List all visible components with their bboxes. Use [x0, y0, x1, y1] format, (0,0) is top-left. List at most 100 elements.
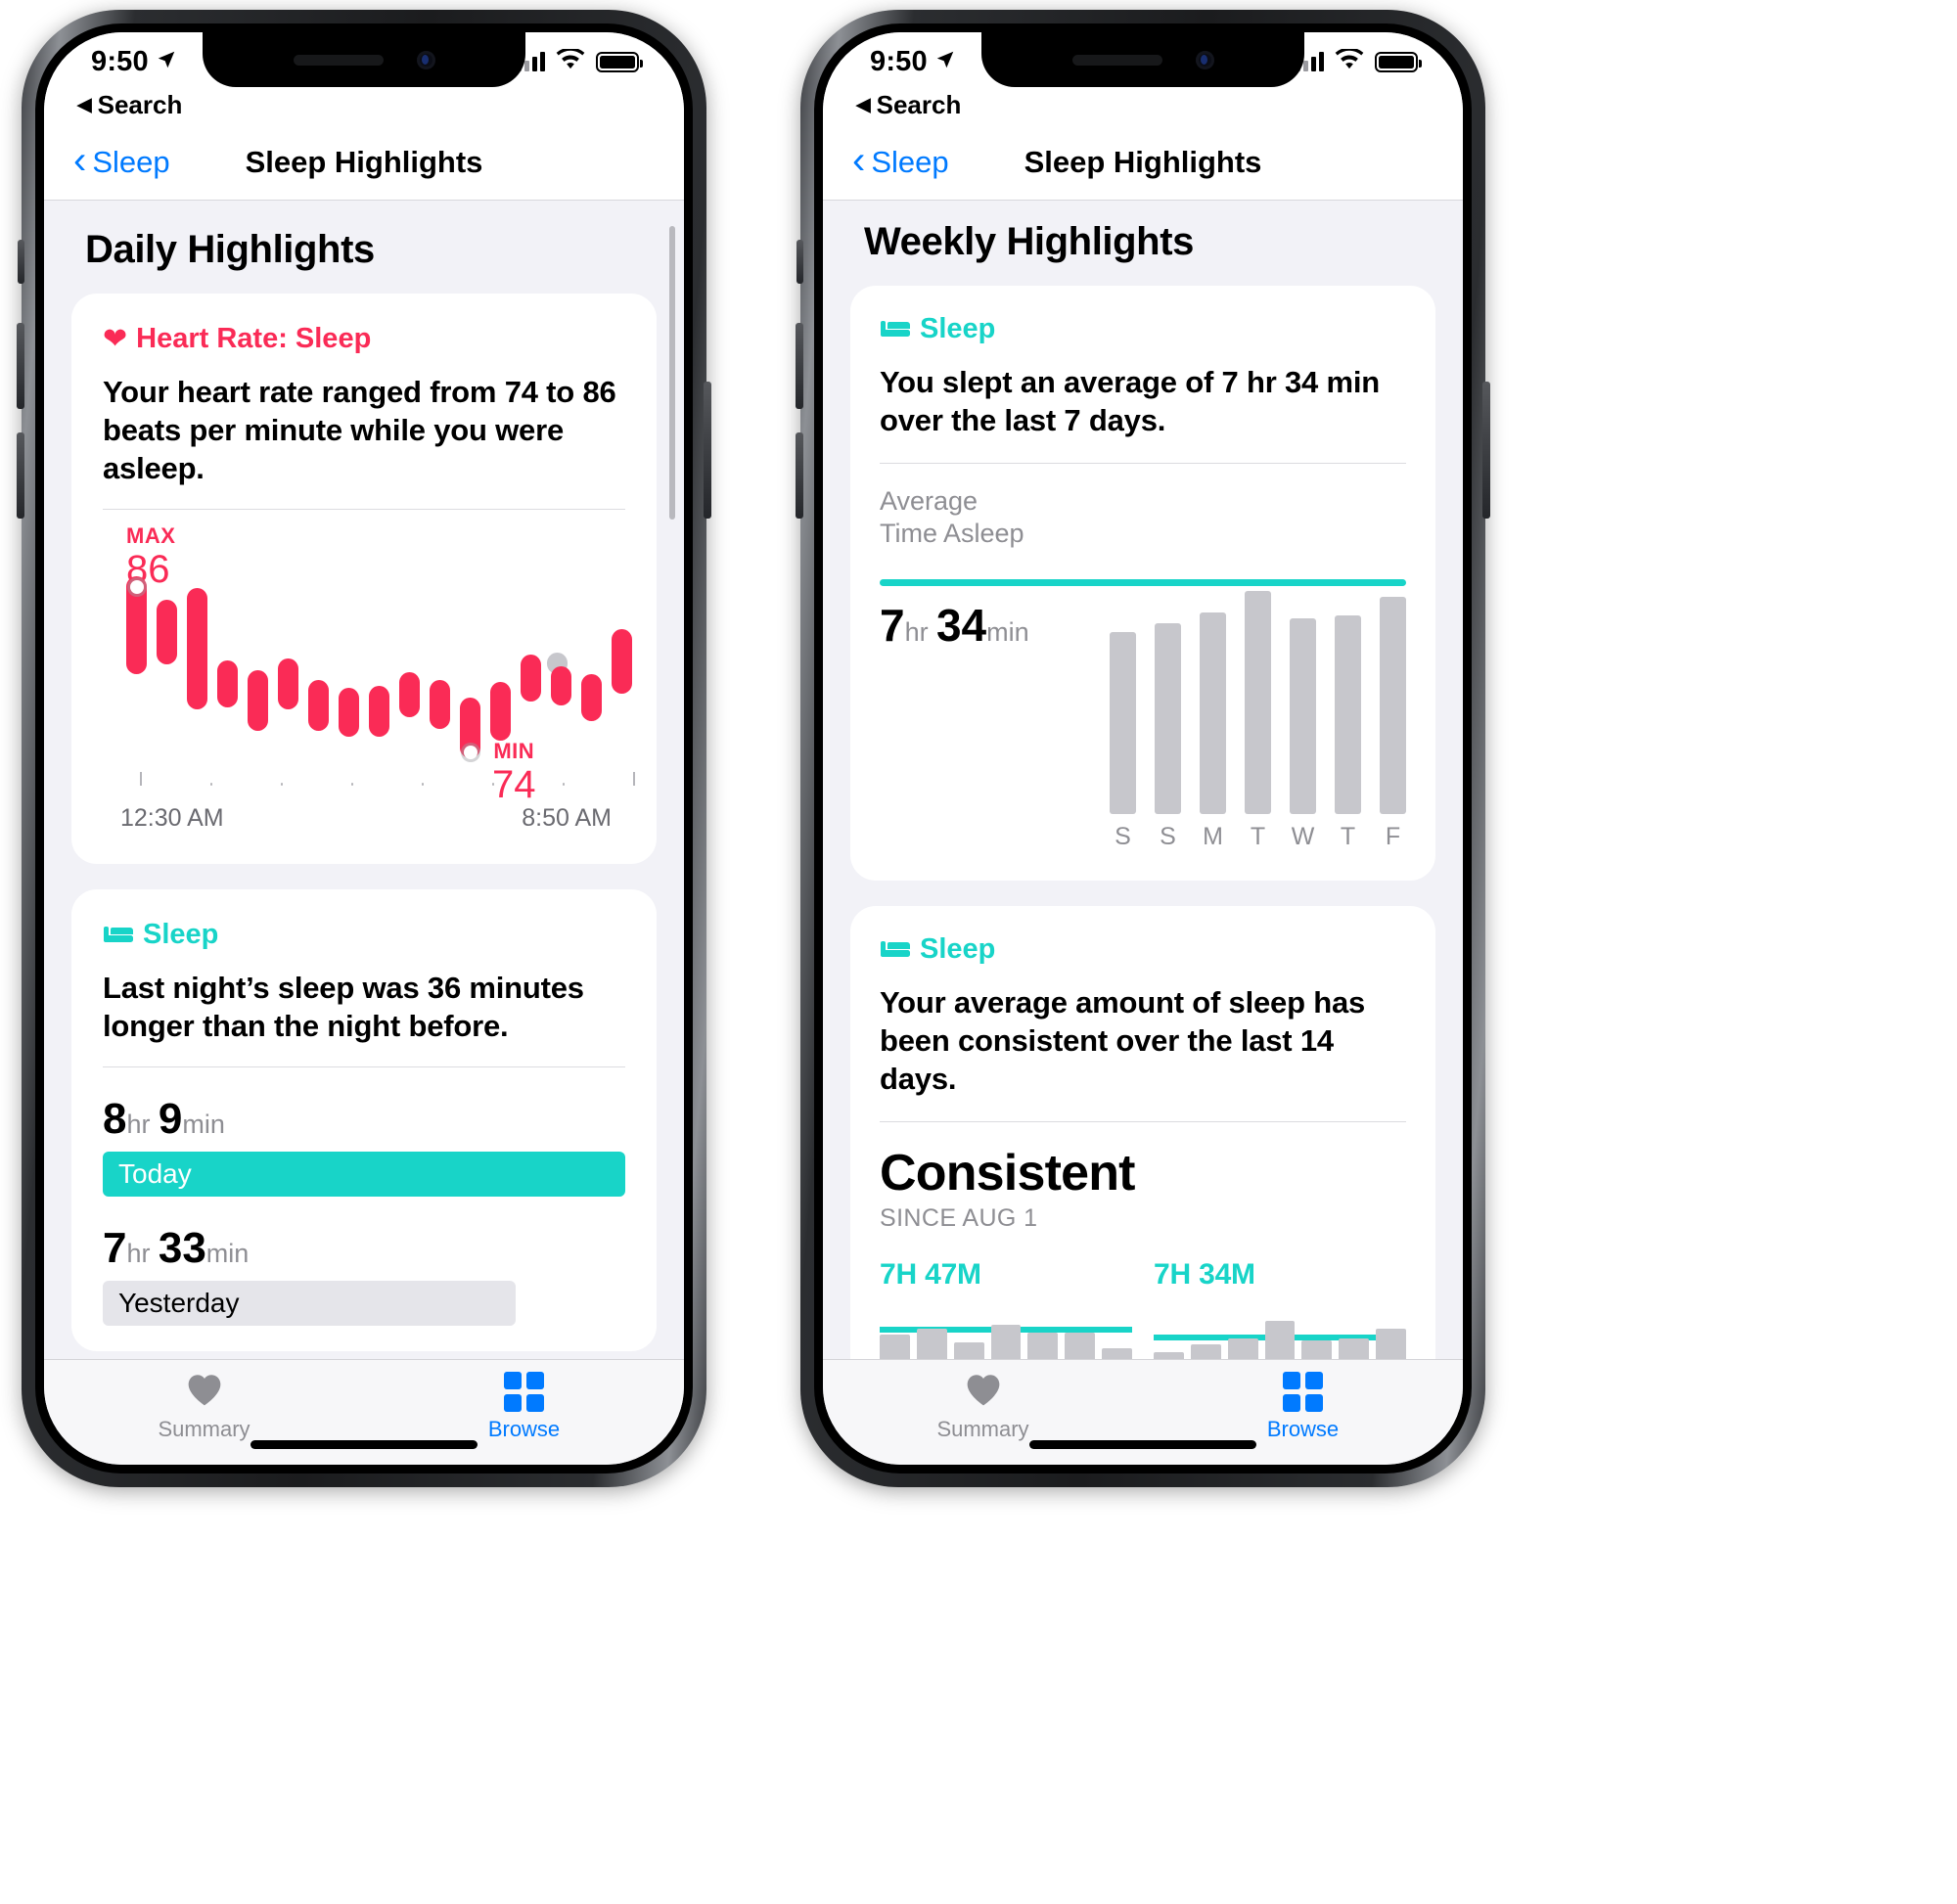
- front-camera-icon: [416, 50, 435, 69]
- mute-switch[interactable]: [18, 240, 24, 284]
- range-bar: [612, 629, 632, 695]
- grid-icon: [1283, 1371, 1323, 1412]
- heart-rate-range-chart: MAX 86 MIN 74 12:30 AM 8:50 AM: [103, 516, 635, 839]
- notch-left: [203, 32, 525, 87]
- max-key: MAX: [126, 523, 176, 549]
- weekly-bar: [1380, 596, 1406, 814]
- back-to-search-link[interactable]: ◀ Search: [823, 85, 1463, 124]
- grid-icon: [504, 1371, 544, 1412]
- scroll-pane-left[interactable]: Daily Highlights ❤ Heart Rate: Sleep You…: [44, 201, 684, 1359]
- volume-down-button[interactable]: [17, 432, 24, 519]
- day-bar: [953, 1342, 984, 1359]
- earpiece-speaker: [293, 54, 384, 66]
- range-bar: [551, 666, 571, 706]
- screenshot-stage: 9:50 ◀ Search ‹ Sleep Sleep Highlights D…: [0, 0, 1957, 1904]
- screen-right: 9:50 ◀ Search ‹ Sleep Sleep Highlights W…: [823, 32, 1463, 1465]
- day-label: S: [1115, 822, 1131, 850]
- card-divider: [880, 463, 1406, 465]
- week-2-chart: Aug 8–14: [1154, 1305, 1407, 1359]
- range-bar: [217, 660, 238, 708]
- battery-icon: [1375, 51, 1422, 72]
- day-bar: [1264, 1321, 1296, 1359]
- status-indicators-right: [1296, 47, 1422, 75]
- home-indicator[interactable]: [1029, 1440, 1256, 1449]
- sleep-category: Sleep: [103, 919, 625, 951]
- heart-icon: ❤: [103, 322, 128, 355]
- min-endpoint-marker: [464, 746, 478, 760]
- heart-rate-category-label: Heart Rate: Sleep: [136, 323, 372, 354]
- axis-tick: [140, 772, 142, 787]
- scroll-pane-right[interactable]: Weekly Highlights Sleep You slept an ave…: [823, 201, 1463, 1359]
- status-time: 9:50: [91, 45, 149, 77]
- weekly-bars: [1110, 590, 1406, 814]
- power-button[interactable]: [1482, 382, 1490, 519]
- yesterday-min-unit: min: [205, 1239, 250, 1269]
- consistency-headline: Your average amount of sleep has been co…: [880, 984, 1366, 1097]
- vertical-scrollbar[interactable]: [669, 226, 675, 520]
- axis-tick: [563, 783, 565, 787]
- battery-icon: [596, 51, 643, 72]
- sleep-comparison-card[interactable]: Sleep Last night’s sleep was 36 minutes …: [71, 889, 657, 1352]
- range-bar: [278, 658, 298, 710]
- card-divider: [103, 1066, 625, 1068]
- week-1-bars: [880, 1325, 1133, 1359]
- average-sleep-card[interactable]: Sleep You slept an average of 7 hr 34 mi…: [850, 286, 1435, 881]
- range-bar: [187, 588, 207, 710]
- average-value: 7hr 34min: [880, 599, 1029, 652]
- heart-rate-card[interactable]: ❤ Heart Rate: Sleep Your heart rate rang…: [71, 294, 657, 865]
- weekly-bar: [1290, 617, 1316, 814]
- range-bar: [399, 672, 420, 718]
- volume-up-button[interactable]: [796, 323, 803, 409]
- candlestick-plot: [126, 576, 632, 772]
- home-indicator[interactable]: [250, 1440, 478, 1449]
- range-bar: [339, 688, 359, 738]
- chevron-left-icon: ‹: [73, 138, 87, 182]
- heart-rate-headline: Your heart rate ranged from 74 to 86 bea…: [103, 375, 616, 486]
- sleep-category-label: Sleep: [920, 932, 996, 965]
- back-to-search-link[interactable]: ◀ Search: [44, 85, 684, 124]
- volume-down-button[interactable]: [796, 432, 803, 519]
- day-bar: [916, 1329, 947, 1359]
- power-button[interactable]: [704, 382, 711, 519]
- nav-back-button[interactable]: ‹ Sleep: [852, 141, 949, 180]
- today-hours: 8: [103, 1095, 127, 1144]
- mute-switch[interactable]: [796, 240, 803, 284]
- phone-bezel-right: 9:50 ◀ Search ‹ Sleep Sleep Highlights W…: [814, 23, 1472, 1473]
- average-caption: Average Time Asleep: [880, 485, 1406, 550]
- weekly-time-asleep-chart: 7hr 34min S S M T W T F: [880, 564, 1406, 857]
- range-bar: [521, 655, 541, 703]
- tab-browse-label: Browse: [487, 1416, 561, 1441]
- day-bar: [1376, 1329, 1407, 1359]
- card-divider: [103, 509, 625, 511]
- day-label: M: [1203, 822, 1223, 850]
- back-to-search-label: Search: [876, 89, 962, 119]
- day-bar: [1102, 1348, 1133, 1359]
- avg-min-unit: min: [986, 616, 1029, 647]
- day-label: T: [1340, 822, 1356, 850]
- avg-hr-unit: hr: [904, 616, 929, 647]
- consistency-since: SINCE AUG 1: [880, 1204, 1038, 1233]
- back-to-search-label: Search: [97, 89, 183, 119]
- bed-icon: [880, 315, 911, 343]
- average-sleep-headline: You slept an average of 7 hr 34 min over…: [880, 365, 1380, 438]
- status-time-group: 9:50: [870, 46, 956, 78]
- heart-icon: [964, 1372, 1003, 1412]
- volume-up-button[interactable]: [17, 323, 24, 409]
- week-2-average: 7H 34M: [1154, 1258, 1255, 1292]
- tab-summary-label: Summary: [936, 1416, 1029, 1441]
- sleep-duration-today: 8hr 9min: [103, 1095, 625, 1144]
- sleep-duration-yesterday: 7hr 33min: [103, 1224, 625, 1273]
- week-1-chart: Aug 1–7: [880, 1305, 1133, 1359]
- nav-back-label: Sleep: [92, 144, 170, 179]
- day-label: T: [1250, 822, 1266, 850]
- wifi-icon: [556, 47, 585, 75]
- day-label: S: [1160, 822, 1176, 850]
- phone-right: 9:50 ◀ Search ‹ Sleep Sleep Highlights W…: [796, 10, 1490, 1487]
- nav-back-button[interactable]: ‹ Sleep: [73, 141, 170, 180]
- yesterday-hr-unit: hr: [126, 1239, 151, 1269]
- day-bar: [1154, 1352, 1184, 1359]
- consistency-card[interactable]: Sleep Your average amount of sleep has b…: [850, 905, 1435, 1359]
- range-bar: [581, 674, 602, 722]
- week-2-column: 7H 34M: [1154, 1258, 1407, 1359]
- yesterday-bar: Yesterday: [103, 1281, 516, 1327]
